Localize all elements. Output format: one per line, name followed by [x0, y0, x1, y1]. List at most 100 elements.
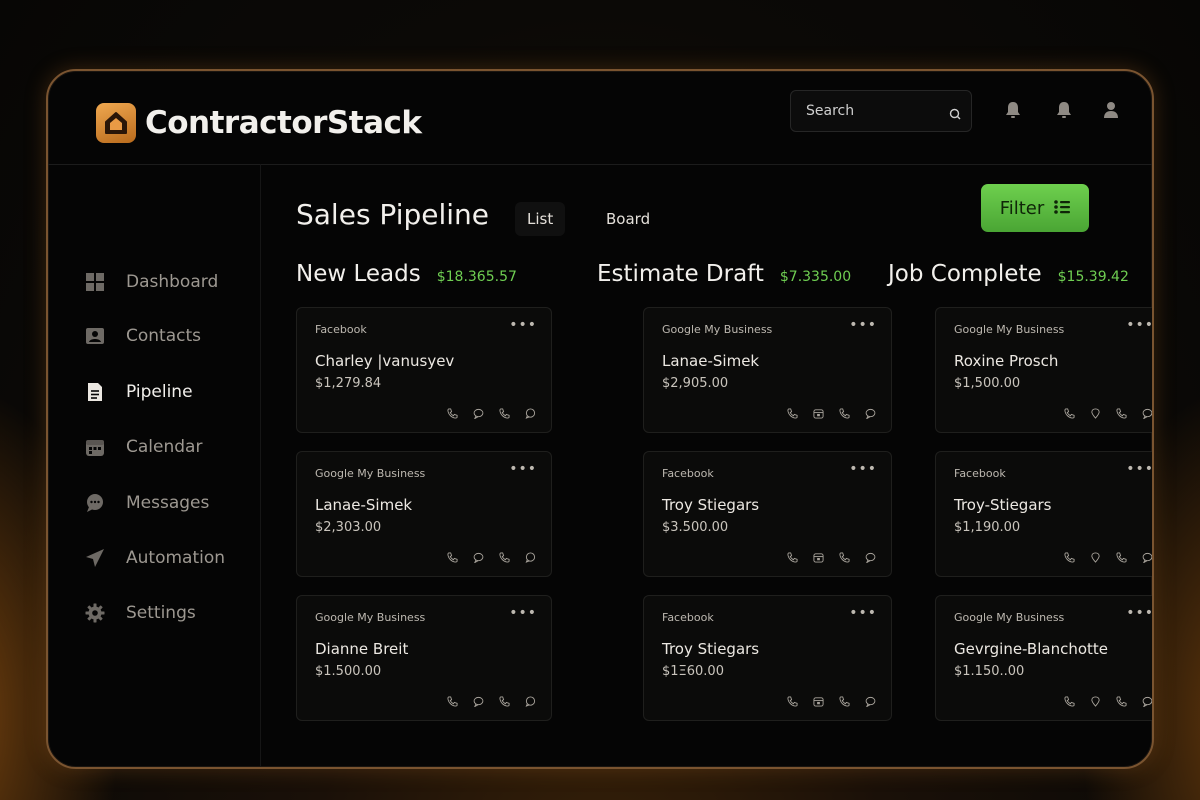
lead-card[interactable]: Facebook ••• Charley |vanusyev $1,279.84: [296, 307, 552, 433]
sidebar-item-dashboard[interactable]: Dashboard: [84, 267, 254, 297]
chat-icon[interactable]: [1140, 406, 1152, 420]
top-header: ContractorStack: [48, 71, 1152, 165]
location-pin-icon[interactable]: [1088, 406, 1102, 420]
lead-name: Troy-Stiegars: [954, 496, 1052, 514]
phone-icon[interactable]: [785, 694, 799, 708]
phone-icon[interactable]: [837, 550, 851, 564]
lead-name: Gevrgine-Blanchotte: [954, 640, 1109, 658]
more-options-icon[interactable]: •••: [509, 461, 537, 477]
phone-icon[interactable]: [1062, 550, 1076, 564]
lead-amount: $2,303.00: [315, 520, 382, 535]
phone-icon[interactable]: [497, 694, 511, 708]
phone-icon[interactable]: [785, 406, 799, 420]
lead-card[interactable]: Google My Business ••• Dianne Breit $1.5…: [296, 595, 552, 721]
lead-name: Dianne Breit: [315, 640, 409, 658]
grid-icon: [84, 271, 106, 293]
chat-icon[interactable]: [863, 406, 877, 420]
phone-icon[interactable]: [445, 406, 459, 420]
document-icon: [84, 381, 106, 403]
message-icon[interactable]: [523, 694, 537, 708]
phone-icon[interactable]: [837, 694, 851, 708]
sidebar-item-contacts[interactable]: Contacts: [84, 321, 254, 351]
chat-icon[interactable]: [1140, 550, 1152, 564]
search-box[interactable]: [790, 90, 972, 132]
lead-name: Lanae-Simek: [662, 352, 760, 370]
phone-icon[interactable]: [497, 406, 511, 420]
message-icon[interactable]: [523, 406, 537, 420]
calendar-small-icon[interactable]: [811, 694, 825, 708]
user-avatar-icon[interactable]: [1100, 99, 1122, 121]
lead-name: Charley |vanusyev: [315, 352, 455, 370]
chat-icon[interactable]: [863, 694, 877, 708]
phone-icon[interactable]: [1062, 406, 1076, 420]
more-options-icon[interactable]: •••: [1126, 605, 1152, 621]
bell-icon[interactable]: [1002, 99, 1024, 121]
lead-source: Facebook: [662, 467, 714, 480]
chat-icon[interactable]: [471, 550, 485, 564]
phone-icon[interactable]: [445, 550, 459, 564]
lead-card[interactable]: Google My Business ••• Gevrgine-Blanchot…: [935, 595, 1152, 721]
lead-card[interactable]: Facebook ••• Troy Stiegars $1Ξ60.00: [643, 595, 892, 721]
lead-name: Roxine Prosch: [954, 352, 1059, 370]
more-options-icon[interactable]: •••: [849, 605, 877, 621]
chat-icon[interactable]: [471, 406, 485, 420]
card-actions: [1062, 694, 1152, 708]
sidebar-item-pipeline[interactable]: Pipeline: [84, 377, 254, 407]
location-pin-icon[interactable]: [1088, 550, 1102, 564]
lead-name: Lanae-Simek: [315, 496, 413, 514]
phone-icon[interactable]: [1114, 550, 1128, 564]
sidebar-item-calendar[interactable]: Calendar: [84, 432, 254, 462]
column-total: $18.365.57: [436, 269, 517, 285]
chat-icon[interactable]: [471, 694, 485, 708]
more-options-icon[interactable]: •••: [1126, 317, 1152, 333]
calendar-icon: [84, 436, 106, 458]
lead-card[interactable]: Google My Business ••• Roxine Prosch $1,…: [935, 307, 1152, 433]
tab-list[interactable]: List: [515, 202, 566, 236]
more-options-icon[interactable]: •••: [849, 461, 877, 477]
more-options-icon[interactable]: •••: [509, 317, 537, 333]
chat-icon[interactable]: [1140, 694, 1152, 708]
column-header-estimate-draft: Estimate Draft $7.335.00: [597, 261, 851, 287]
phone-icon[interactable]: [1114, 406, 1128, 420]
lead-card[interactable]: Google My Business ••• Lanae-Simek $2,90…: [643, 307, 892, 433]
phone-icon[interactable]: [1062, 694, 1076, 708]
filter-button[interactable]: Filter: [981, 184, 1089, 232]
lead-name: Troy Stiegars: [662, 640, 760, 658]
chat-icon[interactable]: [863, 550, 877, 564]
sidebar-item-messages[interactable]: Messages: [84, 488, 254, 518]
search-icon[interactable]: [949, 105, 961, 124]
lead-card[interactable]: Facebook ••• Troy-Stiegars $1,190.00: [935, 451, 1152, 577]
card-actions: [445, 406, 537, 420]
lead-card[interactable]: Facebook ••• Troy Stiegars $3.500.00: [643, 451, 892, 577]
sidebar-item-automation[interactable]: Automation: [84, 543, 254, 573]
location-pin-icon[interactable]: [1088, 694, 1102, 708]
calendar-small-icon[interactable]: [811, 406, 825, 420]
lead-amount: $1,279.84: [315, 376, 382, 391]
sidebar-item-label: Pipeline: [126, 382, 193, 402]
phone-icon[interactable]: [445, 694, 459, 708]
lead-amount: $2,905.00: [662, 376, 729, 391]
phone-icon[interactable]: [837, 406, 851, 420]
notification-bell-icon[interactable]: [1053, 99, 1075, 121]
phone-icon[interactable]: [785, 550, 799, 564]
column-total: $15.39.42: [1057, 269, 1129, 285]
filter-list-icon: [1054, 198, 1071, 219]
phone-icon[interactable]: [1114, 694, 1128, 708]
column-title: Job Complete: [888, 261, 1042, 287]
lead-source: Google My Business: [315, 467, 426, 480]
message-icon[interactable]: [523, 550, 537, 564]
more-options-icon[interactable]: •••: [509, 605, 537, 621]
lead-source: Google My Business: [315, 611, 426, 624]
search-input[interactable]: [791, 91, 941, 131]
lead-card[interactable]: Google My Business ••• Lanae-Simek $2,30…: [296, 451, 552, 577]
lead-source: Facebook: [315, 323, 367, 336]
filter-button-label: Filter: [999, 197, 1045, 219]
sidebar-item-settings[interactable]: Settings: [84, 598, 254, 628]
calendar-small-icon[interactable]: [811, 550, 825, 564]
lead-amount: $1.150..00: [954, 664, 1025, 679]
tab-board[interactable]: Board: [594, 202, 662, 236]
more-options-icon[interactable]: •••: [1126, 461, 1152, 477]
phone-icon[interactable]: [497, 550, 511, 564]
more-options-icon[interactable]: •••: [849, 317, 877, 333]
card-actions: [785, 406, 877, 420]
